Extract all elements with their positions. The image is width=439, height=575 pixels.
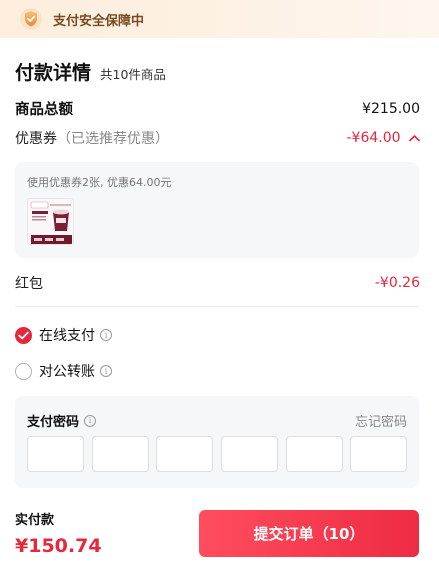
- goods-total-value: ¥215.00: [362, 100, 420, 117]
- shield-check-icon: [18, 6, 44, 32]
- actual-payment-amount: ¥150.74: [15, 535, 102, 557]
- coupon-hint: （已选推荐优惠）: [57, 131, 169, 147]
- password-digit-input[interactable]: [92, 436, 149, 472]
- password-title-group: 支付密码 i: [27, 411, 97, 430]
- info-icon[interactable]: i: [100, 365, 112, 377]
- chevron-up-icon[interactable]: [409, 130, 420, 146]
- password-title: 支付密码: [27, 415, 80, 430]
- pay-option-online[interactable]: 在线支付 i: [15, 325, 112, 345]
- coupon-detail-panel: 使用优惠券2张, 优惠64.00元: [15, 162, 419, 258]
- password-digit-input[interactable]: [350, 436, 407, 472]
- details-header: 付款详情 共10件商品: [15, 58, 166, 85]
- coupon-label: 优惠券: [15, 131, 57, 147]
- goods-total-row: 商品总额 ¥215.00: [15, 98, 420, 119]
- info-icon[interactable]: i: [84, 414, 97, 427]
- divider: [15, 306, 419, 307]
- coupon-value-group[interactable]: -¥64.00: [347, 130, 421, 146]
- coupon-label-group: 优惠券（已选推荐优惠）: [15, 128, 169, 148]
- password-digit-input[interactable]: [27, 436, 84, 472]
- unchecked-radio-icon[interactable]: [15, 362, 32, 380]
- goods-total-label: 商品总额: [15, 102, 73, 118]
- pay-option-corporate[interactable]: 对公转账 i: [15, 361, 112, 381]
- product-thumbnail[interactable]: [27, 198, 74, 245]
- coupon-row[interactable]: 优惠券（已选推荐优惠） -¥64.00: [15, 128, 420, 148]
- coupon-value: -¥64.00: [346, 130, 401, 146]
- forgot-password-link[interactable]: 忘记密码: [355, 411, 407, 430]
- checked-radio-icon[interactable]: [15, 326, 32, 344]
- payment-password-panel: 支付密码 i 忘记密码: [15, 396, 419, 488]
- info-icon[interactable]: i: [100, 329, 112, 341]
- submit-order-button[interactable]: 提交订单（10）: [199, 510, 419, 557]
- security-banner: 支付安全保障中: [0, 0, 439, 38]
- password-digit-input[interactable]: [156, 436, 213, 472]
- pay-option-corporate-label: 对公转账: [39, 364, 95, 380]
- page-title: 付款详情: [15, 62, 92, 84]
- red-packet-value: -¥0.26: [374, 275, 420, 291]
- security-banner-text: 支付安全保障中: [53, 13, 145, 29]
- red-packet-row[interactable]: 红包 -¥0.26: [15, 273, 420, 293]
- password-digit-input[interactable]: [286, 436, 343, 472]
- coupon-note: 使用优惠券2张, 优惠64.00元: [27, 176, 172, 189]
- red-packet-label: 红包: [15, 276, 43, 292]
- actual-payment-label: 实付款: [15, 513, 55, 528]
- pay-option-online-label: 在线支付: [39, 328, 95, 344]
- item-count: 共10件商品: [100, 67, 166, 82]
- password-digit-input[interactable]: [221, 436, 278, 472]
